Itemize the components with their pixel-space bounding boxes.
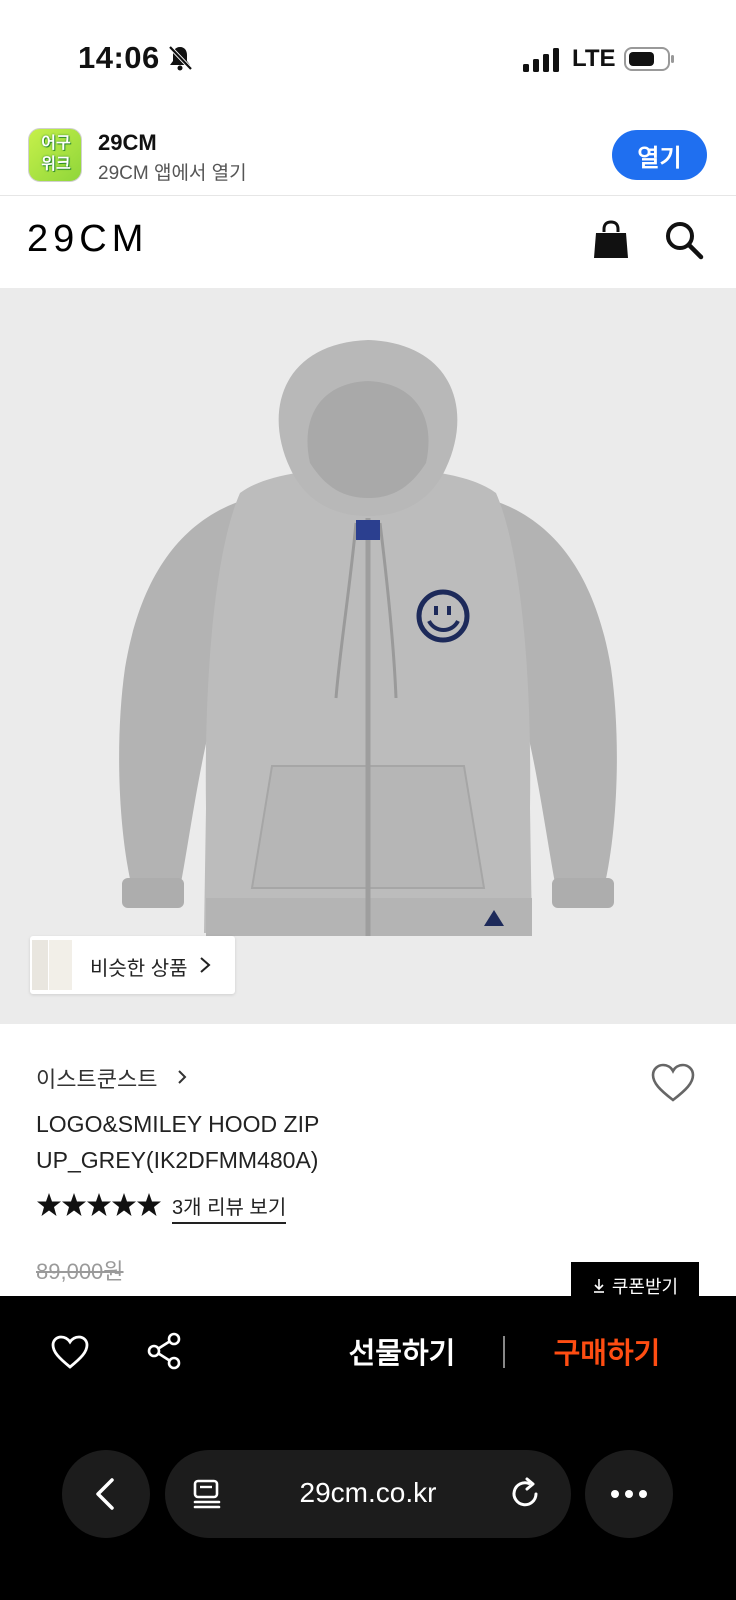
download-icon [593,1279,604,1293]
hoodie-illustration [119,340,617,936]
brand-link[interactable]: 이스트쿤스트 [36,1062,157,1094]
site-header: 29CM [0,196,736,288]
similar-products-chip[interactable]: 비슷한 상품 [30,936,235,994]
original-price: 89,000원 [36,1259,124,1284]
share-icon[interactable] [146,1332,182,1370]
similar-thumbnail [48,940,72,990]
heart-icon[interactable] [50,1334,90,1370]
bell-slash-icon [168,45,193,71]
open-app-button[interactable]: 열기 [612,130,707,180]
back-chevron-icon [96,1478,114,1510]
app-subtitle: 29CM 앱에서 열기 [98,163,247,184]
status-time: 14:06 [78,40,160,75]
review-link[interactable]: 3개 리뷰 보기 [172,1191,287,1224]
rating-stars [37,1193,161,1216]
network-label: LTE [572,45,616,72]
more-icon [611,1490,647,1498]
similar-products-label: 비슷한 상품 [90,958,188,980]
signal-icon [523,48,559,72]
heart-icon[interactable] [650,1062,696,1104]
chevron-right-icon [200,957,211,973]
browser-back-button[interactable] [62,1450,150,1538]
gift-button[interactable]: 선물하기 [340,1328,464,1374]
chevron-right-icon [178,1070,187,1084]
site-logo[interactable]: 29CM [27,218,148,261]
status-bar: 14:06 LTE [0,0,736,118]
battery-icon [624,47,674,71]
reload-icon[interactable] [509,1477,543,1511]
browser-url-bar[interactable]: 29cm.co.kr [165,1450,571,1538]
buy-button[interactable]: 구매하기 [545,1328,669,1374]
product-title: LOGO&SMILEY HOOD ZIP UP_GREY(IK2DFMM480A… [36,1111,319,1173]
app-name: 29CM [98,130,157,155]
divider [503,1336,505,1368]
search-icon[interactable] [664,220,704,260]
browser-more-button[interactable] [585,1450,673,1538]
product-image[interactable]: 비슷한 상품 [0,288,736,1024]
bottom-action-bar: 선물하기 구매하기 29cm.co.kr [0,1296,736,1600]
app-icon-text: 어구 위크 [41,135,71,173]
app-install-banner: 어구 위크 29CM 29CM 앱에서 열기 열기 [0,118,736,196]
app-icon[interactable]: 어구 위크 [28,128,82,182]
shopping-bag-icon[interactable] [592,220,630,260]
